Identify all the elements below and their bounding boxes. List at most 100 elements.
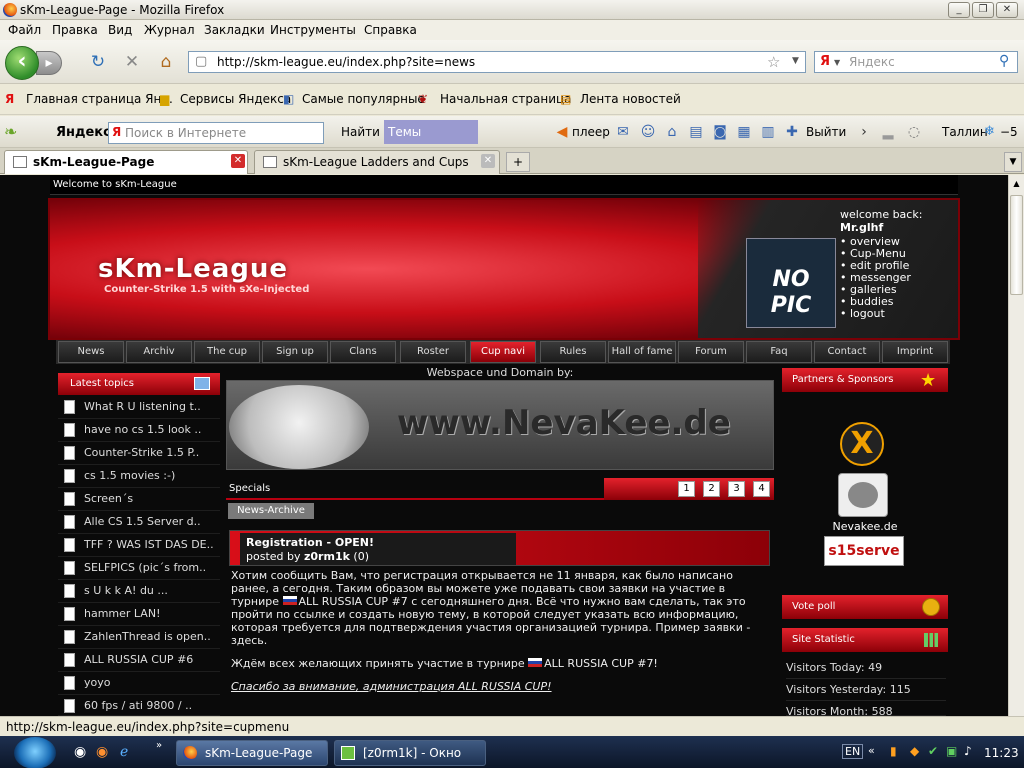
nav-archiv[interactable]: Archiv xyxy=(126,341,192,363)
topic-item[interactable]: Alle CS 1.5 Server d.. xyxy=(58,511,220,534)
steam-icon[interactable]: ◉ xyxy=(74,744,86,760)
topic-item[interactable]: ALL RUSSIA CUP #6 xyxy=(58,649,220,672)
topic-item[interactable]: ZahlenThread is open.. xyxy=(58,626,220,649)
nevakee-logo-icon[interactable] xyxy=(838,473,888,517)
partner-label[interactable]: Nevakee.de xyxy=(782,520,948,533)
maximize-button[interactable]: ❐ xyxy=(972,2,994,18)
ie-icon[interactable]: ℯ xyxy=(120,744,128,760)
nav-faq[interactable]: Faq xyxy=(746,341,812,363)
url-bar[interactable]: ▢ http://skm-league.eu/index.php?site=ne… xyxy=(188,51,806,73)
home-icon[interactable]: ⌂ xyxy=(156,52,176,72)
house-icon[interactable]: ⌂ xyxy=(664,124,680,140)
tray-check-icon[interactable]: ✔ xyxy=(928,744,938,758)
stop-icon[interactable]: ✕ xyxy=(122,52,142,72)
special-page-3[interactable]: 3 xyxy=(728,481,745,497)
nav-contact[interactable]: Contact xyxy=(814,341,880,363)
topic-item[interactable]: 60 fps / ati 9800 / .. xyxy=(58,695,220,716)
nav-roster[interactable]: Roster xyxy=(400,341,466,363)
tray-volume-icon[interactable]: ♪ xyxy=(964,744,972,758)
search-box[interactable]: Я ▼ Яндекс ⚲ xyxy=(814,51,1018,73)
bookmark-yandex-home[interactable]: Главная страница Ян... xyxy=(26,92,173,106)
menu-help[interactable]: Справка xyxy=(364,23,417,37)
folder-stack-icon[interactable]: ▤ xyxy=(688,124,704,140)
topic-item[interactable]: What R U listening t.. xyxy=(58,396,220,419)
menu-edit[interactable]: Правка xyxy=(52,23,98,37)
topic-item[interactable]: TFF ? WAS IST DAS DE.. xyxy=(58,534,220,557)
menu-bookmarks[interactable]: Закладки xyxy=(204,23,265,37)
news-comments[interactable]: (0) xyxy=(350,550,369,563)
engine-dropdown-icon[interactable]: ▼ xyxy=(834,58,840,67)
xfire-logo-icon[interactable]: X xyxy=(840,422,884,466)
mail-icon[interactable]: ✉ xyxy=(615,124,631,140)
bookmark-start-page[interactable]: Начальная страница xyxy=(440,92,572,106)
scrollbar-thumb[interactable] xyxy=(1010,195,1023,295)
nav-news[interactable]: News xyxy=(58,341,124,363)
language-indicator[interactable]: EN xyxy=(842,744,864,759)
news-author[interactable]: z0rm1k xyxy=(304,550,350,563)
topic-item[interactable]: hammer LAN! xyxy=(58,603,220,626)
film-icon[interactable]: ▦ xyxy=(736,124,752,140)
menu-view[interactable]: Вид xyxy=(108,23,132,37)
chat-bubble-icon[interactable]: ◌ xyxy=(906,124,922,140)
find-button[interactable]: Найти xyxy=(341,125,380,139)
taskbar-chat[interactable]: [z0rm1k] - Окно со... xyxy=(334,740,486,766)
user-link-logout[interactable]: • logout xyxy=(840,308,958,320)
topic-item[interactable]: Screen´s xyxy=(58,488,220,511)
camera-icon[interactable]: ◙ xyxy=(712,124,728,140)
close-button[interactable]: ✕ xyxy=(996,2,1018,18)
vk-themes-button[interactable]: Темы ВКонтакте xyxy=(384,120,478,163)
exit-button[interactable]: Выйти xyxy=(806,125,846,139)
minimize-button[interactable]: _ xyxy=(948,2,970,18)
topic-item[interactable]: SELFPICS (pic´s from.. xyxy=(58,557,220,580)
nav-rules[interactable]: Rules xyxy=(540,341,606,363)
topic-item[interactable]: Counter-Strike 1.5 P.. xyxy=(58,442,220,465)
weather-city[interactable]: Таллин xyxy=(942,125,988,139)
tray-shield-icon[interactable]: ◆ xyxy=(910,744,919,758)
tab-close-icon[interactable]: ✕ xyxy=(481,154,495,168)
tab-close-icon[interactable]: ✕ xyxy=(231,154,245,168)
topic-item[interactable]: s U k k A! du ... xyxy=(58,580,220,603)
scroll-up-icon[interactable]: ▲ xyxy=(1010,176,1023,192)
special-page-1[interactable]: 1 xyxy=(678,481,695,497)
start-button[interactable] xyxy=(14,737,56,768)
clock[interactable]: 11:23 xyxy=(984,746,1019,760)
menu-history[interactable]: Журнал xyxy=(144,23,195,37)
reload-icon[interactable]: ↻ xyxy=(88,52,108,72)
quicklaunch-more-icon[interactable]: » xyxy=(156,740,162,751)
forward-button[interactable]: ▸ xyxy=(36,51,62,75)
plus-icon[interactable]: ✚ xyxy=(784,124,800,140)
yandex-search-input[interactable]: Я Поиск в Интернете xyxy=(108,122,324,144)
yandex-logo[interactable]: Яндекс xyxy=(56,125,111,140)
tab-list-button[interactable]: ▼ xyxy=(1004,152,1022,172)
nav-clans[interactable]: Clans xyxy=(330,341,396,363)
tab-skm-league-page[interactable]: sKm-League-Page xyxy=(4,150,248,174)
tray-network-icon[interactable]: ▣ xyxy=(946,744,957,758)
url-dropdown-icon[interactable]: ▼ xyxy=(792,56,799,66)
document-icon[interactable]: ▥ xyxy=(760,124,776,140)
vote-poll-header[interactable]: Vote poll xyxy=(782,595,948,619)
nav-cup-navi[interactable]: Cup navi xyxy=(470,341,536,363)
user-icon[interactable]: ☺ xyxy=(640,124,656,140)
topic-item[interactable]: have no cs 1.5 look .. xyxy=(58,419,220,442)
star-icon[interactable]: ☆ xyxy=(767,53,780,71)
tab-ladders-and-cups[interactable]: sKm-League Ladders and Cups xyxy=(254,150,500,174)
nav-the-cup[interactable]: The cup xyxy=(194,341,260,363)
chevron-right-icon[interactable]: › xyxy=(856,124,872,140)
new-tab-button[interactable]: + xyxy=(506,152,530,172)
vertical-scrollbar[interactable]: ▲ xyxy=(1008,175,1024,716)
special-page-4[interactable]: 4 xyxy=(753,481,770,497)
tray-expand-icon[interactable]: « xyxy=(868,744,875,757)
news-title[interactable]: Registration - OPEN! xyxy=(246,536,374,549)
firefox-quicklaunch-icon[interactable]: ◉ xyxy=(96,744,108,760)
special-page-2[interactable]: 2 xyxy=(703,481,720,497)
menu-file[interactable]: Файл xyxy=(8,23,41,37)
site-logo[interactable]: sKm-League xyxy=(98,254,288,284)
topic-item[interactable]: yoyo xyxy=(58,672,220,695)
bookmark-news-feed[interactable]: Лента новостей xyxy=(580,92,681,106)
taskbar-firefox[interactable]: sKm-League-Page -... xyxy=(176,740,328,766)
nav-imprint[interactable]: Imprint xyxy=(882,341,948,363)
nav-hall-of-fame[interactable]: Hall of fame xyxy=(608,341,676,363)
back-button[interactable]: ‹ xyxy=(5,46,39,80)
player-button[interactable]: плеер xyxy=(572,125,610,139)
bookmark-yandex-services[interactable]: Сервисы Яндекса xyxy=(180,92,291,106)
